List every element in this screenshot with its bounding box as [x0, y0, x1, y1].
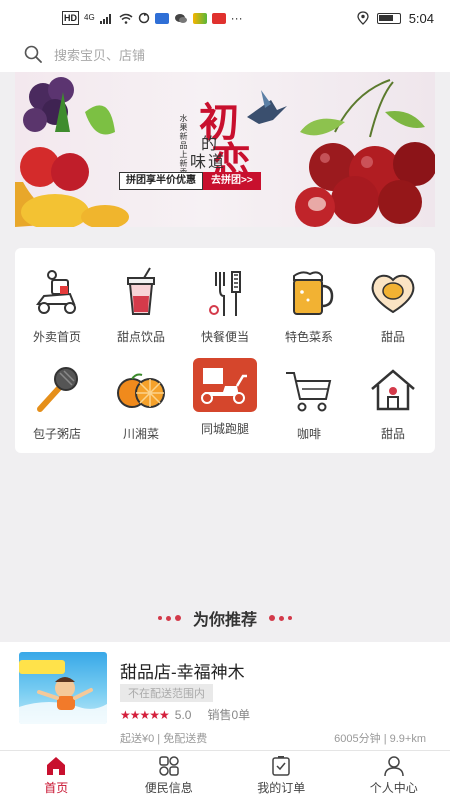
bottom-nav: 首页 便民信息 我的订单 个人中心 — [0, 750, 450, 800]
nav-profile[interactable]: 个人中心 — [338, 751, 450, 800]
category-label: 快餐便当 — [200, 330, 249, 344]
nav-home[interactable]: 首页 — [0, 751, 113, 800]
oranges-icon — [117, 373, 165, 408]
banner-promo[interactable]: 拼团享半价优惠 去拼团>> — [119, 172, 261, 190]
rating-stars-icon: ★★★★★ — [120, 707, 170, 722]
store-rating: ★★★★★ 5.0 销售0单 — [120, 706, 250, 723]
shopping-cart-icon — [286, 372, 332, 412]
hd-icon: HD — [62, 11, 79, 25]
nav-label: 我的订单 — [257, 781, 306, 795]
location-icon — [357, 11, 369, 25]
category-label: 特色菜系 — [284, 330, 333, 344]
category-grid: 外卖首页 甜点饮品 快餐便当 特色菜系 甜品 包子粥店 川湘菜 同城跑腿 咖啡 … — [15, 248, 435, 453]
wifi-icon — [119, 13, 133, 24]
clipboard-icon — [272, 756, 290, 776]
delivery-scooter-icon — [36, 270, 76, 314]
beer-mug-icon — [293, 271, 334, 315]
battery-icon — [376, 12, 401, 24]
drink-cup-icon — [127, 267, 155, 315]
banner-subtitle-2: 味 — [190, 152, 207, 171]
store-name: 甜品店-幸福神木 — [120, 663, 245, 682]
category-label: 包子粥店 — [32, 427, 81, 441]
search-icon[interactable] — [24, 45, 42, 63]
decor-dots-right — [269, 615, 292, 621]
nav-label: 便民信息 — [144, 781, 193, 795]
sync-icon — [138, 12, 149, 24]
delivery-bike-icon — [193, 358, 257, 412]
category-label: 咖啡 — [296, 427, 321, 441]
category-item-dessert[interactable]: 甜品 — [351, 266, 435, 345]
rating-value: 5.0 — [174, 707, 192, 722]
category-label: 甜点饮品 — [116, 330, 165, 344]
grid-icon — [159, 756, 179, 776]
category-item-coffee[interactable]: 咖啡 — [267, 363, 351, 442]
promo-banner[interactable]: 初 恋 的 味 道 水果新品上新季 拼团享半价优惠 去拼团>> — [15, 72, 435, 227]
search-input[interactable]: 搜索宝贝、店铺 — [54, 45, 145, 64]
nav-convenience-info[interactable]: 便民信息 — [113, 751, 226, 800]
nav-label: 个人中心 — [369, 781, 418, 795]
recommend-title: 为你推荐 — [192, 612, 257, 629]
delivery-range-badge: 不在配送范围内 — [120, 684, 213, 702]
network-4g-icon: 4G — [84, 13, 95, 22]
utensils-icon — [209, 271, 241, 316]
status-right: 5:04 — [357, 11, 434, 26]
heart-egg-icon — [371, 274, 415, 314]
category-label: 甜品 — [380, 427, 405, 441]
delivery-info: 起送¥0 | 免配送费 — [120, 733, 208, 745]
app-icon-2 — [192, 12, 207, 24]
store-thumbnail[interactable] — [19, 652, 107, 724]
store-image-illustration — [19, 660, 107, 724]
status-bar: HD 4G ··· 5:04 — [0, 0, 450, 36]
app-icon — [154, 12, 169, 24]
category-label: 川湘菜 — [122, 427, 159, 441]
status-time: 5:04 — [408, 10, 434, 26]
banner-tagline: 水果新品上新季 — [179, 114, 188, 177]
recommend-header: 为你推荐 — [0, 606, 450, 630]
more-icon: ··· — [230, 11, 243, 25]
category-item-fast-food[interactable]: 快餐便当 — [183, 266, 267, 345]
category-item-takeout-home[interactable]: 外卖首页 — [15, 266, 99, 345]
category-item-dessert-drinks[interactable]: 甜点饮品 — [99, 266, 183, 345]
signal-icon — [99, 13, 111, 24]
category-item-bun-porridge[interactable]: 包子粥店 — [15, 363, 99, 442]
distance-info: 6005分钟 | 9.9+km — [334, 733, 426, 745]
home-icon — [47, 757, 66, 775]
nav-label: 首页 — [44, 781, 69, 795]
app-icon-3 — [211, 12, 226, 24]
microphone-icon — [37, 367, 78, 412]
user-icon — [384, 756, 404, 777]
group-buy-button[interactable]: 去拼团>> — [203, 172, 261, 190]
search-bar[interactable]: 搜索宝贝、店铺 — [0, 36, 450, 72]
category-item-dessert-2[interactable]: 甜品 — [351, 363, 435, 442]
status-icons: HD 4G ··· — [62, 11, 243, 25]
sales-count: 销售0单 — [207, 708, 251, 722]
category-label: 同城跑腿 — [200, 422, 249, 436]
category-item-specialty[interactable]: 特色菜系 — [267, 266, 351, 345]
nav-my-orders[interactable]: 我的订单 — [225, 751, 338, 800]
promo-text: 拼团享半价优惠 — [119, 172, 203, 190]
category-item-sichuan-hunan[interactable]: 川湘菜 — [99, 363, 183, 442]
house-icon — [371, 369, 415, 411]
store-card[interactable]: 甜品店-幸福神木 不在配送范围内 ★★★★★ 5.0 销售0单 起送¥0 | 免… — [0, 642, 450, 750]
category-item-errand[interactable]: 同城跑腿 — [183, 358, 267, 437]
decor-dots-left — [157, 615, 181, 621]
chat-icon — [174, 13, 187, 23]
category-label: 甜品 — [380, 330, 405, 344]
category-label: 外卖首页 — [32, 330, 81, 344]
banner-subtitle-3: 道 — [208, 152, 225, 171]
